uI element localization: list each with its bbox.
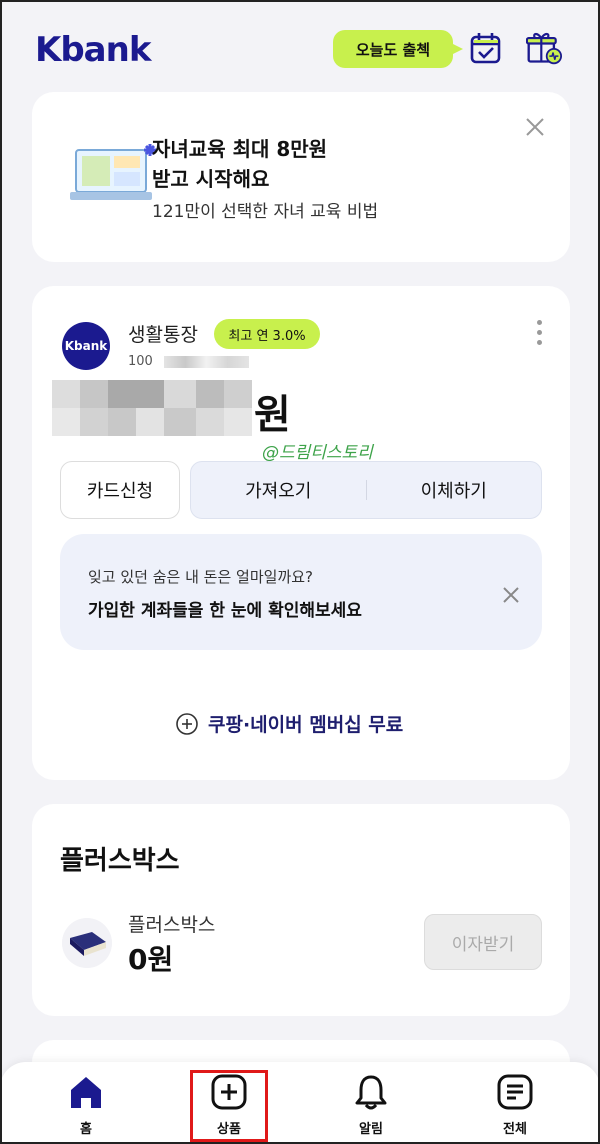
kbank-logo[interactable]: Kbank bbox=[35, 30, 151, 70]
bottom-nav: 홈 상품 알림 전체 bbox=[0, 1062, 600, 1144]
hidden-money-notice[interactable]: 잊고 있던 숨은 내 돈은 얼마일까요? 가입한 계좌들을 한 눈에 확인해보세… bbox=[60, 534, 542, 650]
plusbox-book-icon bbox=[62, 918, 112, 968]
calendar-check-icon[interactable] bbox=[468, 30, 504, 66]
attendance-button[interactable]: 오늘도 출첵 bbox=[333, 30, 463, 68]
close-icon[interactable] bbox=[524, 116, 546, 138]
account-action-group: 가져오기 이체하기 bbox=[190, 461, 542, 519]
card-apply-button[interactable]: 카드신청 bbox=[60, 461, 180, 519]
watermark-text: @드림티스토리 bbox=[262, 443, 373, 463]
menu-document-icon bbox=[497, 1074, 533, 1110]
nav-all[interactable]: 전체 bbox=[475, 1074, 555, 1140]
more-options-icon[interactable] bbox=[534, 320, 544, 350]
fetch-button[interactable]: 가져오기 bbox=[191, 462, 366, 518]
account-number-mask bbox=[164, 356, 249, 368]
plusbox-amount: 0원 bbox=[128, 943, 174, 976]
account-name[interactable]: 생활통장 bbox=[128, 320, 198, 347]
gift-box-icon[interactable] bbox=[526, 30, 562, 66]
plus-circle-icon bbox=[176, 712, 198, 735]
rate-badge: 최고 연 3.0% bbox=[214, 319, 320, 349]
plusbox-title: 플러스박스 bbox=[60, 846, 180, 876]
account-number: 100 bbox=[128, 354, 153, 369]
balance-currency: 원 bbox=[254, 392, 291, 438]
notice-text: 가입한 계좌들을 한 눈에 확인해보세요 bbox=[88, 601, 362, 621]
coupon-label: 쿠팡·네이버 멤버십 무료 bbox=[208, 714, 404, 736]
nav-all-label: 전체 bbox=[503, 1122, 527, 1137]
balance-mask bbox=[52, 380, 252, 436]
promo-card[interactable]: 자녀교육 최대 8만원 받고 시작해요 121만이 선택한 자녀 교육 비법 bbox=[32, 92, 570, 262]
close-icon[interactable] bbox=[500, 584, 522, 606]
home-icon bbox=[71, 1077, 101, 1108]
bell-icon bbox=[355, 1075, 387, 1110]
nav-home[interactable]: 홈 bbox=[46, 1074, 126, 1140]
kbank-account-logo: Kbank bbox=[62, 322, 110, 370]
highlight-box bbox=[190, 1070, 268, 1142]
nav-home-label: 홈 bbox=[80, 1122, 92, 1137]
plusbox-card: 플러스박스 플러스박스 0원 이자받기 bbox=[32, 804, 570, 1016]
account-card: Kbank 생활통장 최고 연 3.0% 100 원 @드림티스토리 카드신청 … bbox=[32, 286, 570, 780]
notice-question: 잊고 있던 숨은 내 돈은 얼마일까요? bbox=[88, 568, 314, 586]
coupon-membership-link[interactable]: 쿠팡·네이버 멤버십 무료 bbox=[176, 710, 403, 737]
plusbox-item-name[interactable]: 플러스박스 bbox=[128, 910, 215, 937]
promo-title: 자녀교육 최대 8만원 받고 시작해요 bbox=[152, 137, 328, 191]
laptop-illustration-icon bbox=[70, 144, 156, 200]
top-header: Kbank 오늘도 출첵 bbox=[0, 0, 600, 90]
promo-subtitle: 121만이 선택한 자녀 교육 비법 bbox=[152, 202, 379, 222]
nav-alerts-label: 알림 bbox=[359, 1122, 383, 1137]
receive-interest-button[interactable]: 이자받기 bbox=[424, 914, 542, 970]
nav-alerts[interactable]: 알림 bbox=[331, 1074, 411, 1140]
transfer-button[interactable]: 이체하기 bbox=[367, 462, 542, 518]
